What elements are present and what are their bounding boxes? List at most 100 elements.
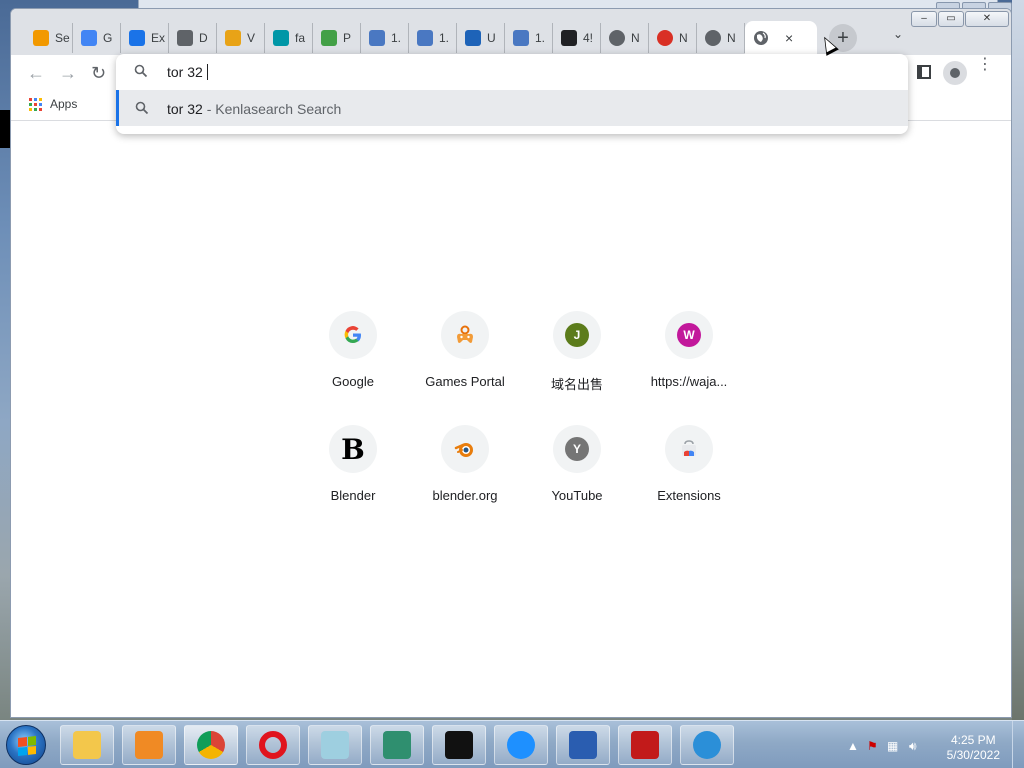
google-g-icon (329, 311, 377, 359)
red-app-taskbar[interactable] (618, 725, 672, 765)
tab[interactable]: N (697, 23, 745, 53)
show-desktop-button[interactable] (1012, 721, 1024, 768)
volume-icon[interactable]: 🔊︎ (909, 739, 917, 754)
tab[interactable]: Ex (121, 23, 169, 53)
clock[interactable]: 4:25 PM 5/30/2022 (947, 733, 1000, 763)
tab[interactable]: N (601, 23, 649, 53)
close-window-button[interactable]: ✕ (965, 11, 1009, 27)
gamepad-icon (441, 311, 489, 359)
page-blue-icon (513, 30, 529, 46)
taskbar: ▲ ⚑ ▦ 🔊︎ 4:25 PM 5/30/2022 (0, 720, 1024, 768)
shortcut-label: Blender (330, 488, 376, 503)
opera-taskbar[interactable] (246, 725, 300, 765)
player-taskbar[interactable] (494, 725, 548, 765)
close-tab-icon[interactable]: × (785, 30, 793, 46)
monitor-icon (569, 731, 597, 759)
action-center-icon[interactable]: ⚑ (867, 739, 878, 753)
notepad-taskbar[interactable] (308, 725, 362, 765)
tab-search-button[interactable]: ⌄ (893, 27, 903, 41)
media-icon (135, 731, 163, 759)
tab-title: 4! (583, 31, 594, 45)
tab[interactable]: G (73, 23, 121, 53)
cubes-icon (383, 731, 411, 759)
back-button[interactable]: ← (27, 63, 45, 84)
puzzle-icon (129, 30, 145, 46)
window-controls: – ▭ ✕ (911, 11, 1009, 27)
suggestion-text: tor 32 - Kenlasearch Search (167, 101, 341, 117)
letter-avatar-icon: Y (553, 425, 601, 473)
start-button[interactable] (6, 725, 46, 765)
person-orange-icon (33, 30, 49, 46)
shortcut-tile[interactable]: Games Portal (409, 311, 521, 393)
shortcut-tile[interactable]: B Blender (297, 425, 409, 503)
shortcut-tile[interactable]: Y YouTube (521, 425, 633, 503)
letter-avatar-icon: W (665, 311, 713, 359)
shortcut-tile[interactable]: blender.org (409, 425, 521, 503)
globe-icon (705, 30, 721, 46)
suggestion-query: tor 32 (167, 101, 203, 117)
shortcut-label: Extensions (657, 488, 721, 503)
tab-title: 1. (391, 31, 402, 45)
tab[interactable]: 1. (505, 23, 553, 53)
7zip-taskbar[interactable] (432, 725, 486, 765)
shortcut-tile[interactable]: Google (297, 311, 409, 393)
tab-title: Ex (151, 31, 166, 45)
tab-title: 1. (535, 31, 546, 45)
ie-taskbar[interactable] (680, 725, 734, 765)
monitor-taskbar[interactable] (556, 725, 610, 765)
chrome-menu-button[interactable]: ⋮ (977, 57, 993, 73)
ie-icon (693, 731, 721, 759)
address-input[interactable]: tor 32 (167, 64, 208, 80)
search-icon (135, 101, 149, 118)
tab[interactable]: N (649, 23, 697, 53)
forward-button[interactable]: → (59, 63, 77, 84)
folder-icon (73, 731, 101, 759)
network-icon[interactable]: ▦ (887, 739, 898, 753)
tab[interactable]: U (457, 23, 505, 53)
side-panel-icon[interactable] (917, 65, 931, 79)
tray-expand-icon[interactable]: ▲ (847, 739, 859, 753)
tab[interactable]: 4! (553, 23, 601, 53)
maximize-button[interactable]: ▭ (938, 11, 964, 27)
notepad-icon (321, 731, 349, 759)
explorer-taskbar[interactable] (60, 725, 114, 765)
tab[interactable]: fa (265, 23, 313, 53)
page-blue-icon (369, 30, 385, 46)
tab-title: fa (295, 31, 306, 45)
red-app-icon (631, 731, 659, 759)
tab-title: U (487, 31, 496, 45)
shortcut-tile[interactable]: J 域名出售 (521, 311, 633, 393)
chrome-icon (197, 731, 225, 759)
reload-button[interactable]: ↻ (91, 63, 106, 84)
person-icon (950, 68, 960, 78)
tab[interactable]: V (217, 23, 265, 53)
address-bar[interactable]: tor 32 (116, 54, 908, 90)
shortcut-tile[interactable]: W https://waja... (633, 311, 745, 393)
shortcut-tile[interactable]: Extensions (633, 425, 745, 503)
apps-label: Apps (50, 97, 78, 111)
shortcut-label: 域名出售 (550, 377, 603, 392)
tab[interactable]: Se (25, 23, 73, 53)
shortcut-label: https://waja... (650, 374, 728, 389)
cubes-taskbar[interactable] (370, 725, 424, 765)
tab[interactable]: P (313, 23, 361, 53)
windows-logo-icon (18, 736, 36, 756)
avatar-letter: Y (565, 437, 589, 461)
active-tab[interactable]: × (745, 21, 817, 55)
apps-shortcut[interactable]: Apps (29, 97, 77, 111)
tab-list: Se G Ex D V fa P 1. 1. U 1. 4! N N N × + (25, 21, 857, 55)
minimize-button[interactable]: – (911, 11, 937, 27)
up-logo-icon (465, 30, 481, 46)
omnibox-suggestion[interactable]: tor 32 - Kenlasearch Search (116, 90, 908, 126)
tab[interactable]: D (169, 23, 217, 53)
clock-time: 4:25 PM (950, 733, 996, 747)
desktop-background (1012, 0, 1024, 720)
tab[interactable]: 1. (409, 23, 457, 53)
profile-avatar[interactable] (943, 61, 967, 85)
tab[interactable]: 1. (361, 23, 409, 53)
suggestion-separator: - (202, 101, 216, 117)
avatar-letter: W (677, 323, 701, 347)
media-player-taskbar[interactable] (122, 725, 176, 765)
address-input-value: tor 32 (167, 64, 203, 80)
chrome-taskbar[interactable] (184, 725, 238, 765)
